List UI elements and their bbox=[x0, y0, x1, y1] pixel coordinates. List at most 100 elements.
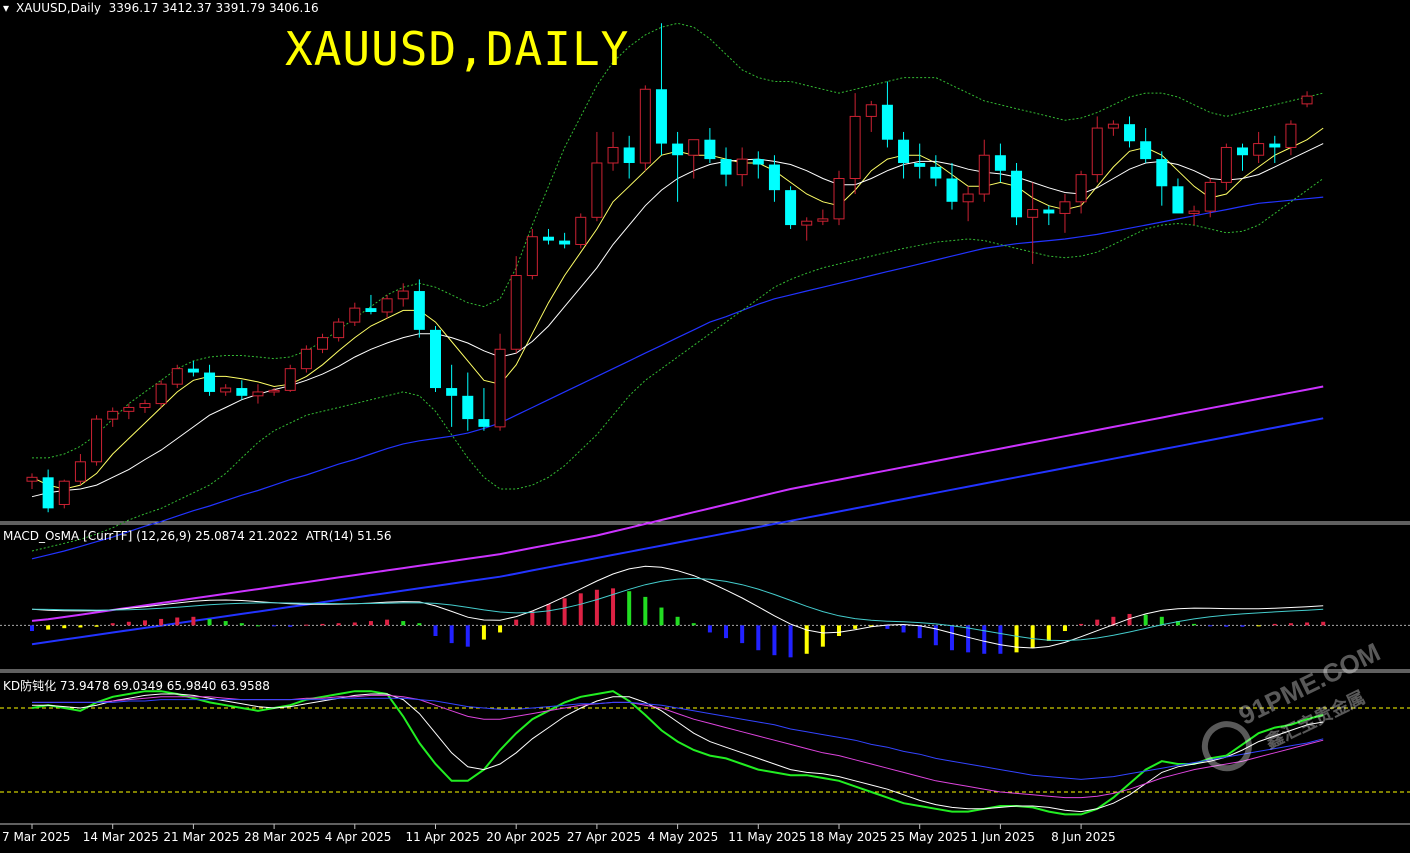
candle-body-bull bbox=[26, 476, 38, 482]
macd-histogram-bar bbox=[78, 625, 83, 628]
candle-body-bull bbox=[1188, 210, 1200, 214]
time-axis-label: 18 May 2025 bbox=[809, 830, 887, 844]
macd-histogram-bar bbox=[385, 619, 390, 626]
candle-body-bear bbox=[42, 477, 54, 509]
macd-histogram-bar bbox=[1272, 623, 1277, 626]
candle-body-bull bbox=[220, 387, 232, 393]
macd-histogram-bar bbox=[949, 625, 954, 651]
time-axis-label: 4 May 2025 bbox=[648, 830, 719, 844]
header-arrow: ▾ bbox=[3, 1, 10, 15]
candle-body-bear bbox=[623, 147, 635, 163]
time-axis-label: 8 Jun 2025 bbox=[1051, 830, 1116, 844]
candle-body-bull bbox=[865, 104, 877, 117]
candle-body-bull bbox=[1091, 127, 1103, 176]
candle-body-bull bbox=[74, 461, 86, 482]
candle-body-bull bbox=[575, 216, 587, 245]
macd-histogram-bar bbox=[885, 625, 890, 629]
candle-body-bull bbox=[1301, 95, 1313, 105]
macd-histogram-bar bbox=[998, 625, 1003, 654]
candle-body-bear bbox=[413, 291, 425, 330]
candle-body-bear bbox=[1237, 147, 1248, 156]
macd-histogram-bar bbox=[207, 618, 212, 626]
candle-body-bull bbox=[397, 290, 409, 300]
candle-body-bear bbox=[898, 139, 910, 163]
chart-root: 7 Mar 2025 14 Mar 2025 21 Mar 2025 28 Mar 2… bbox=[0, 0, 1410, 849]
candle-body-bear bbox=[768, 164, 780, 191]
candle-body-bear bbox=[930, 166, 942, 179]
macd-histogram-bar bbox=[1305, 622, 1310, 626]
macd-histogram-bar bbox=[498, 625, 503, 633]
time-axis-label: 7 Mar 2025 bbox=[2, 830, 70, 844]
candle-body-bear bbox=[785, 190, 797, 226]
macd-histogram-bar bbox=[772, 625, 777, 656]
candle-body-bear bbox=[1043, 209, 1055, 214]
macd-histogram-bar bbox=[740, 625, 745, 644]
candle-body-bear bbox=[881, 104, 893, 140]
candle-body-bull bbox=[494, 348, 506, 428]
macd-histogram-bar bbox=[481, 625, 486, 640]
candle-body-bull bbox=[526, 236, 538, 277]
candle-body-bear bbox=[478, 419, 490, 427]
candle-body-bear bbox=[187, 368, 199, 373]
candle-body-bull bbox=[155, 383, 167, 405]
candle-body-bear bbox=[204, 372, 216, 392]
time-axis-label: 14 Mar 2025 bbox=[83, 830, 159, 844]
candle-body-bear bbox=[720, 159, 732, 175]
candle-body-bear bbox=[1172, 186, 1184, 214]
candle-body-bear bbox=[1140, 141, 1152, 160]
macd-histogram-bar bbox=[901, 625, 906, 633]
candle-body-bull bbox=[268, 389, 280, 393]
candle-body-bear bbox=[704, 139, 716, 160]
macd-histogram-bar bbox=[191, 616, 196, 626]
price-line-bb_lower bbox=[31, 178, 1324, 552]
candle-body-bull bbox=[1253, 143, 1265, 156]
chart-big-title: XAUUSD,DAILY bbox=[285, 22, 630, 76]
candle-body-bear bbox=[946, 178, 958, 202]
macd-histogram-bar bbox=[465, 625, 470, 647]
chart-svg: 7 Mar 2025 14 Mar 2025 21 Mar 2025 28 Mar 2… bbox=[0, 22, 1410, 844]
macd-histogram-bar bbox=[546, 604, 551, 626]
candle-body-bear bbox=[1156, 159, 1168, 187]
candle-body-bull bbox=[1107, 123, 1119, 129]
macd-histogram-bar bbox=[756, 625, 761, 651]
candle-body-bull bbox=[1075, 174, 1087, 203]
candle-body-bear bbox=[559, 240, 571, 245]
candle-body-bear bbox=[672, 143, 684, 156]
candle-body-bull bbox=[284, 368, 296, 391]
macd-histogram-bar bbox=[255, 625, 260, 627]
macd-histogram-bar bbox=[1014, 625, 1019, 653]
candle-body-bear bbox=[655, 89, 667, 144]
candle-body-bull bbox=[1220, 146, 1232, 183]
candle-body-bull bbox=[607, 146, 619, 164]
macd-histogram-bar bbox=[30, 625, 34, 632]
candle-body-bull bbox=[381, 298, 393, 313]
kd-line-k_line bbox=[31, 690, 1324, 816]
macd-histogram-bar bbox=[401, 621, 406, 626]
macd-histogram-bar bbox=[1256, 625, 1261, 627]
candle-body-bull bbox=[58, 480, 70, 505]
candle-body-bull bbox=[123, 406, 135, 412]
candle-body-bear bbox=[994, 155, 1006, 171]
macd-histogram-bar bbox=[788, 625, 793, 658]
candle-body-bull bbox=[333, 321, 345, 339]
candle-body-bull bbox=[591, 162, 603, 218]
candle-body-bear bbox=[1124, 124, 1136, 142]
candle-body-bear bbox=[1269, 143, 1281, 148]
macd-histogram-bar bbox=[417, 623, 422, 626]
macd-histogram-bar bbox=[288, 625, 293, 627]
macd-histogram-bar bbox=[659, 607, 664, 626]
candle-body-bear bbox=[365, 308, 377, 312]
candle-body-bull bbox=[510, 275, 522, 350]
macd-histogram-bar bbox=[94, 625, 99, 627]
candle-body-bull bbox=[252, 391, 264, 397]
symbol-info: XAUUSD,Daily 3396.17 3412.37 3391.79 340… bbox=[16, 1, 319, 15]
macd-histogram-bar bbox=[304, 624, 309, 626]
candle-body-bull bbox=[91, 418, 103, 463]
candle-body-bull bbox=[817, 218, 829, 222]
candle-body-bear bbox=[462, 395, 474, 420]
macd-histogram-bar bbox=[175, 617, 180, 626]
macd-histogram-bar bbox=[449, 625, 454, 644]
candle-body-bull bbox=[349, 307, 361, 323]
macd-histogram-bar bbox=[982, 625, 987, 654]
macd-histogram-bar bbox=[1095, 619, 1100, 626]
